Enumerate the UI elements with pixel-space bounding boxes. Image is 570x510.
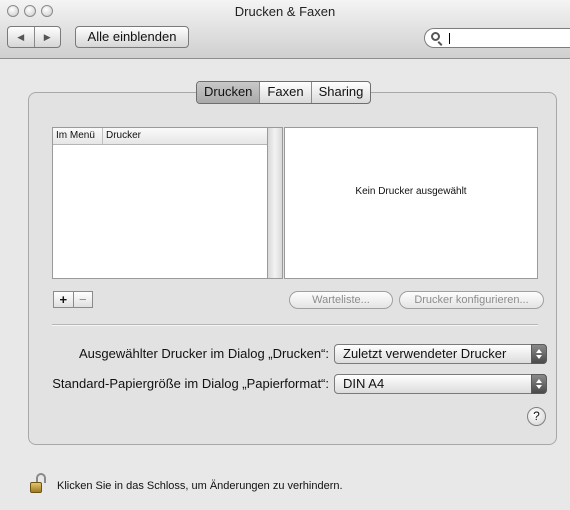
- paper-size-label: Standard-Papiergröße im Dialog „Papierfo…: [52, 376, 329, 391]
- selected-printer-label: Ausgewählter Drucker im Dialog „Drucken“…: [79, 346, 329, 361]
- window-title: Drucken & Faxen: [234, 4, 336, 19]
- divider: [52, 324, 538, 326]
- printer-list[interactable]: Im Menü Drucker: [52, 127, 268, 279]
- search-icon: [431, 32, 440, 41]
- column-header-printer[interactable]: Drucker: [103, 128, 267, 144]
- popup-arrows-icon: [531, 374, 547, 394]
- tab-faxen[interactable]: Faxen: [260, 82, 312, 103]
- paper-size-value: DIN A4: [343, 376, 385, 391]
- search-field[interactable]: [424, 28, 570, 48]
- selected-printer-popup[interactable]: Zuletzt verwendeter Drucker: [334, 344, 547, 364]
- remove-printer-button[interactable]: −: [74, 292, 93, 307]
- popup-arrows-icon: [531, 344, 547, 364]
- printer-detail-pane: Kein Drucker ausgewählt: [284, 127, 538, 279]
- printer-list-scrollbar[interactable]: [268, 127, 283, 279]
- back-arrow-icon[interactable]: ◀: [8, 27, 35, 47]
- show-all-button[interactable]: Alle einblenden: [75, 26, 189, 48]
- no-printer-selected-text: Kein Drucker ausgewählt: [355, 186, 467, 197]
- tab-drucken[interactable]: Drucken: [197, 82, 261, 103]
- lock-hint-text: Klicken Sie in das Schloss, um Änderunge…: [57, 480, 343, 492]
- paper-size-popup[interactable]: DIN A4: [334, 374, 547, 394]
- help-button[interactable]: ?: [527, 407, 546, 426]
- title-bar: Drucken & Faxen ◀ ▶ Alle einblenden: [0, 0, 570, 59]
- print-queue-button[interactable]: Warteliste...: [289, 291, 393, 309]
- add-remove-control: + −: [53, 291, 93, 308]
- printer-list-header: Im Menü Drucker: [53, 128, 267, 145]
- configure-printer-button[interactable]: Drucker konfigurieren...: [399, 291, 544, 309]
- add-printer-button[interactable]: +: [54, 292, 74, 307]
- column-header-in-menu[interactable]: Im Menü: [53, 128, 103, 144]
- lock-icon[interactable]: [30, 473, 46, 493]
- selected-printer-value: Zuletzt verwendeter Drucker: [343, 346, 507, 361]
- text-cursor: [449, 33, 450, 44]
- forward-arrow-icon[interactable]: ▶: [35, 27, 61, 47]
- tab-bar: Drucken Faxen Sharing: [196, 81, 372, 104]
- tab-sharing[interactable]: Sharing: [312, 82, 371, 103]
- back-forward-control[interactable]: ◀ ▶: [7, 26, 61, 48]
